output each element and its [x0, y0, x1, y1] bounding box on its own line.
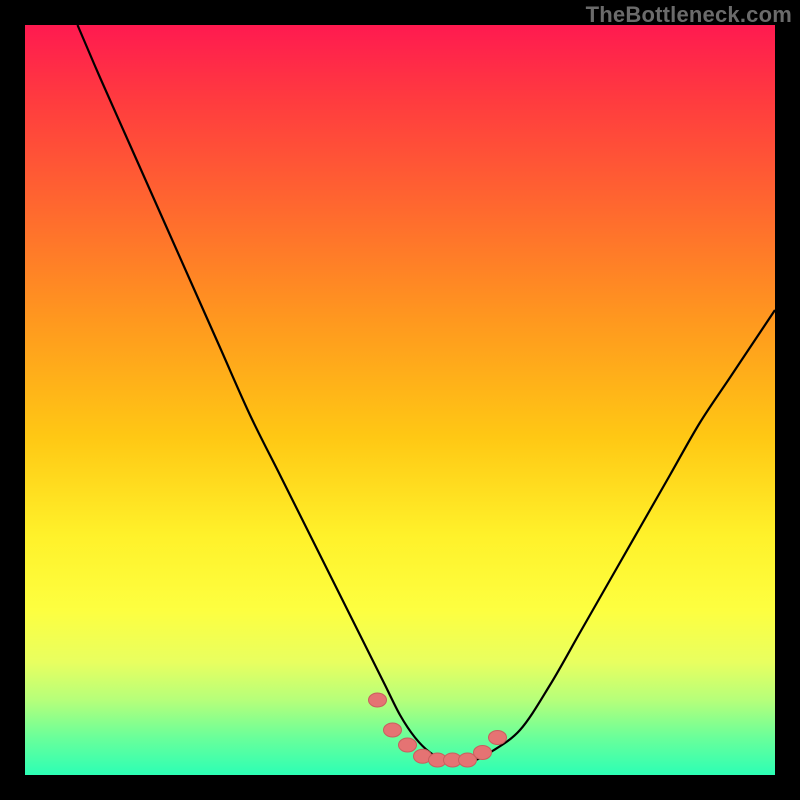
plot-area — [25, 25, 775, 775]
bottleneck-curve — [78, 25, 776, 761]
marker-point — [399, 738, 417, 752]
watermark-text: TheBottleneck.com — [586, 2, 792, 28]
chart-svg — [25, 25, 775, 775]
chart-frame: TheBottleneck.com — [0, 0, 800, 800]
marker-point — [474, 746, 492, 760]
highlight-markers — [369, 693, 507, 767]
marker-point — [369, 693, 387, 707]
marker-point — [489, 731, 507, 745]
marker-point — [384, 723, 402, 737]
